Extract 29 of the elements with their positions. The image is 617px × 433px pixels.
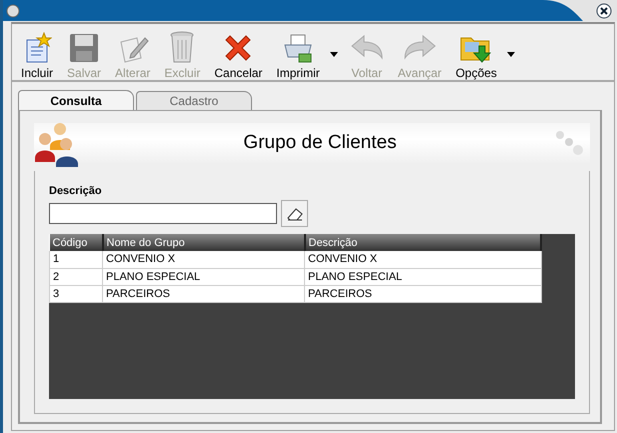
tab[interactable]: Cadastro	[136, 91, 252, 110]
table-cell: CONVENIO X	[304, 251, 541, 268]
table-cell: PLANO ESPECIAL	[102, 268, 304, 285]
table-cell: PARCEIROS	[304, 285, 541, 302]
tab[interactable]: Consulta	[18, 90, 134, 111]
table-cell: CONVENIO X	[102, 251, 304, 268]
column-header[interactable]: Nome do Grupo	[102, 234, 304, 251]
caret-icon[interactable]	[330, 52, 338, 56]
column-header[interactable]: Descrição	[304, 234, 541, 251]
eraser-icon	[286, 206, 302, 220]
toolbar-button[interactable]: Opções	[454, 32, 499, 80]
bubbles-icon	[554, 129, 584, 157]
close-icon[interactable]	[596, 2, 612, 18]
caret-icon[interactable]	[506, 52, 515, 56]
table-cell: 1	[50, 251, 102, 268]
toolbar-button[interactable]: Incluir	[19, 32, 56, 80]
column-header[interactable]: Código	[50, 234, 102, 251]
toolbar-button[interactable]: Cancelar	[212, 32, 264, 80]
table-cell: 2	[50, 268, 102, 285]
table-cell: PARCEIROS	[102, 285, 304, 302]
clear-button[interactable]	[281, 200, 308, 227]
printer-icon	[282, 32, 314, 64]
toolbar-button[interactable]: Imprimir	[274, 32, 322, 80]
table-cell: 3	[50, 285, 102, 302]
field-label: Descrição	[49, 185, 103, 197]
description-field[interactable]	[49, 203, 277, 224]
trash-can-icon	[169, 30, 196, 64]
table-cell: PLANO ESPECIAL	[304, 268, 541, 285]
header-title: Grupo de Clientes	[242, 132, 398, 154]
